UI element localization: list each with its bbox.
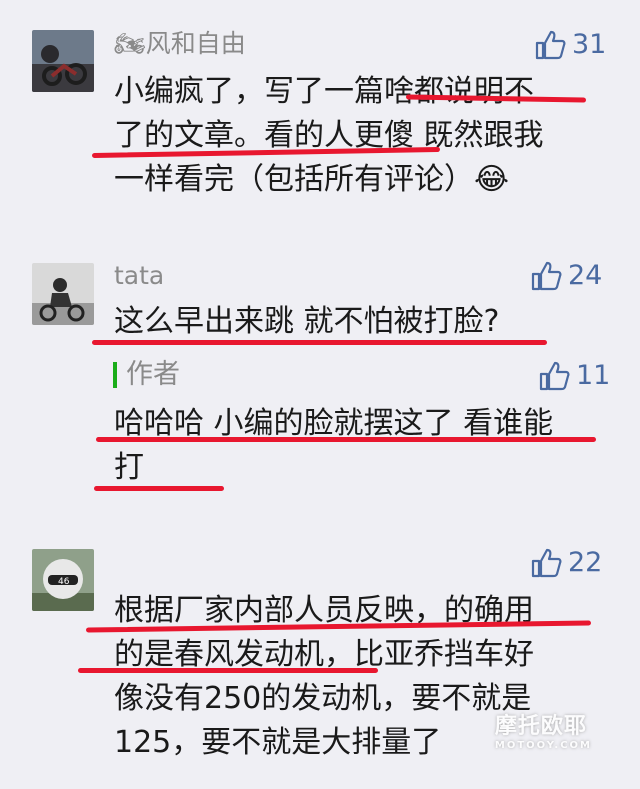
svg-text:46: 46	[58, 577, 70, 587]
red-underline	[92, 340, 547, 345]
red-underline	[94, 486, 224, 491]
nickname[interactable]: 🏍风和自由	[114, 28, 246, 60]
reply-text: 哈哈哈 小编的脸就摆这了 看谁能 打	[114, 402, 604, 490]
watermark-sub: MOTOOY.COM	[494, 740, 592, 751]
avatar-image	[32, 30, 94, 92]
like-count: 31	[572, 29, 607, 60]
thumbs-up-icon	[535, 30, 566, 60]
thumbs-up-icon	[539, 361, 570, 391]
nickname[interactable]: tata	[114, 260, 164, 292]
avatar[interactable]: 46	[32, 549, 94, 611]
comment-line: 一样看完（包括所有评论）😂	[114, 162, 510, 197]
avatar[interactable]	[32, 30, 94, 92]
red-underline	[78, 668, 378, 673]
avatar-image: 46	[32, 549, 94, 611]
reply-like-button[interactable]: 11	[538, 360, 610, 392]
like-button[interactable]: 22	[530, 547, 602, 579]
avatar-image	[32, 263, 94, 325]
comment-line: 这么早出来跳 就不怕被打脸?	[114, 304, 500, 339]
like-button[interactable]: 24	[530, 260, 602, 292]
comment-text: 这么早出来跳 就不怕被打脸?	[114, 300, 604, 344]
author-reply-bar	[113, 362, 117, 388]
avatar[interactable]	[32, 263, 94, 325]
thumbs-up-icon	[531, 548, 562, 578]
watermark-main: 摩托欧耶	[494, 714, 587, 739]
reply-line: 打	[114, 450, 144, 485]
red-underline	[96, 437, 596, 442]
like-button[interactable]: 31	[534, 29, 606, 61]
like-count: 24	[568, 260, 603, 291]
watermark-logo: 摩托欧耶 MOTOOY.COM	[495, 708, 592, 751]
comment-text: 小编疯了，写了一篇啥都说明不 了的文章。看的人更傻 既然跟我 一样看完（包括所有…	[114, 70, 604, 202]
comment-line: 小编疯了，写了一篇啥都说明不	[114, 74, 534, 109]
thumbs-up-icon	[531, 261, 562, 291]
like-count: 22	[568, 547, 603, 578]
like-count: 11	[576, 360, 611, 391]
author-label: 作者	[126, 359, 180, 390]
